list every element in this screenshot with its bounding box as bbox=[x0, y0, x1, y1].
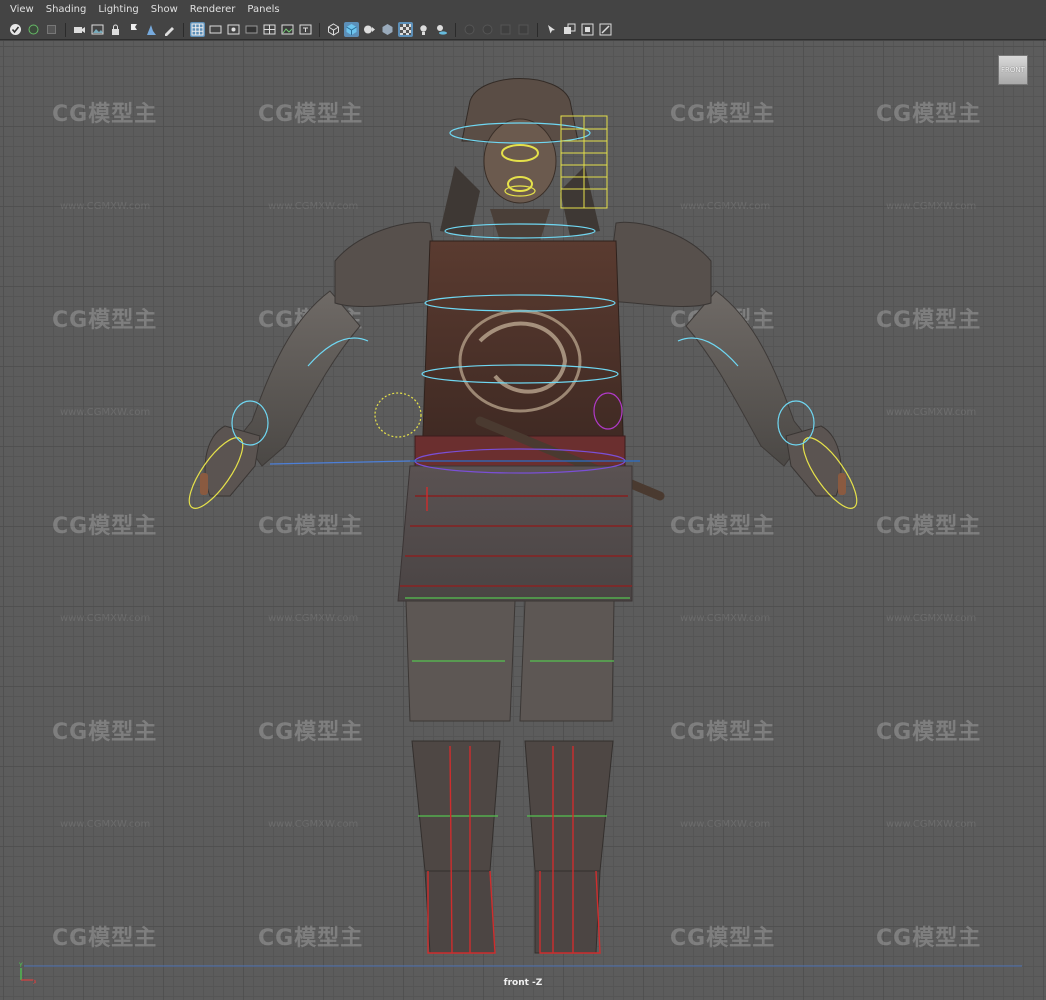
default-material-icon[interactable] bbox=[380, 22, 395, 37]
shadows-icon[interactable] bbox=[434, 22, 449, 37]
isolate-select-icon[interactable] bbox=[544, 22, 559, 37]
panel-toolbar bbox=[0, 20, 1046, 40]
lights-icon[interactable] bbox=[416, 22, 431, 37]
depth-of-field-icon[interactable] bbox=[516, 22, 531, 37]
smooth-shade-icon[interactable] bbox=[344, 22, 359, 37]
samurai-armor-model[interactable] bbox=[0, 41, 1046, 1000]
film-gate-icon[interactable] bbox=[208, 22, 223, 37]
xray-icon[interactable] bbox=[398, 22, 413, 37]
menu-bar: View Shading Lighting Show Renderer Pane… bbox=[0, 0, 1046, 20]
axis-y-label: Y bbox=[18, 962, 23, 969]
bookmark-icon[interactable] bbox=[44, 22, 59, 37]
wire-on-shaded-icon[interactable] bbox=[362, 22, 377, 37]
xray-joints-icon[interactable] bbox=[562, 22, 577, 37]
safe-title-icon[interactable] bbox=[298, 22, 313, 37]
motion-blur-icon[interactable] bbox=[480, 22, 495, 37]
xray-active-icon[interactable] bbox=[580, 22, 595, 37]
menu-renderer[interactable]: Renderer bbox=[186, 0, 244, 20]
menu-show[interactable]: Show bbox=[147, 0, 186, 20]
backface-culling-icon[interactable] bbox=[598, 22, 613, 37]
camera-gate-icon[interactable] bbox=[126, 22, 141, 37]
ao-icon[interactable] bbox=[462, 22, 477, 37]
field-chart-icon[interactable] bbox=[262, 22, 277, 37]
view-cube-label: FRONT bbox=[1001, 66, 1025, 74]
anti-alias-icon[interactable] bbox=[498, 22, 513, 37]
dolly-icon[interactable] bbox=[144, 22, 159, 37]
image-plane-icon[interactable] bbox=[90, 22, 105, 37]
menu-shading[interactable]: Shading bbox=[42, 0, 95, 20]
viewport-front[interactable]: CG模型主 CG模型主 CG模型主 CG模型主 CG模型主 CG模型主 CG模型… bbox=[0, 41, 1046, 1000]
resolution-gate-icon[interactable] bbox=[226, 22, 241, 37]
movie-camera-icon[interactable] bbox=[72, 22, 87, 37]
menu-lighting[interactable]: Lighting bbox=[94, 0, 146, 20]
camera-name-label: front -Z bbox=[503, 978, 543, 988]
safe-action-icon[interactable] bbox=[280, 22, 295, 37]
view-cube[interactable]: FRONT bbox=[998, 55, 1028, 85]
lock-camera-icon[interactable] bbox=[108, 22, 123, 37]
wireframe-icon[interactable] bbox=[326, 22, 341, 37]
gate-mask-icon[interactable] bbox=[244, 22, 259, 37]
menu-view[interactable]: View bbox=[6, 0, 42, 20]
select-camera-icon[interactable] bbox=[8, 22, 23, 37]
camera-attributes-icon[interactable] bbox=[26, 22, 41, 37]
pen-icon[interactable] bbox=[162, 22, 177, 37]
grid-icon[interactable] bbox=[190, 22, 205, 37]
menu-panels[interactable]: Panels bbox=[243, 0, 287, 20]
